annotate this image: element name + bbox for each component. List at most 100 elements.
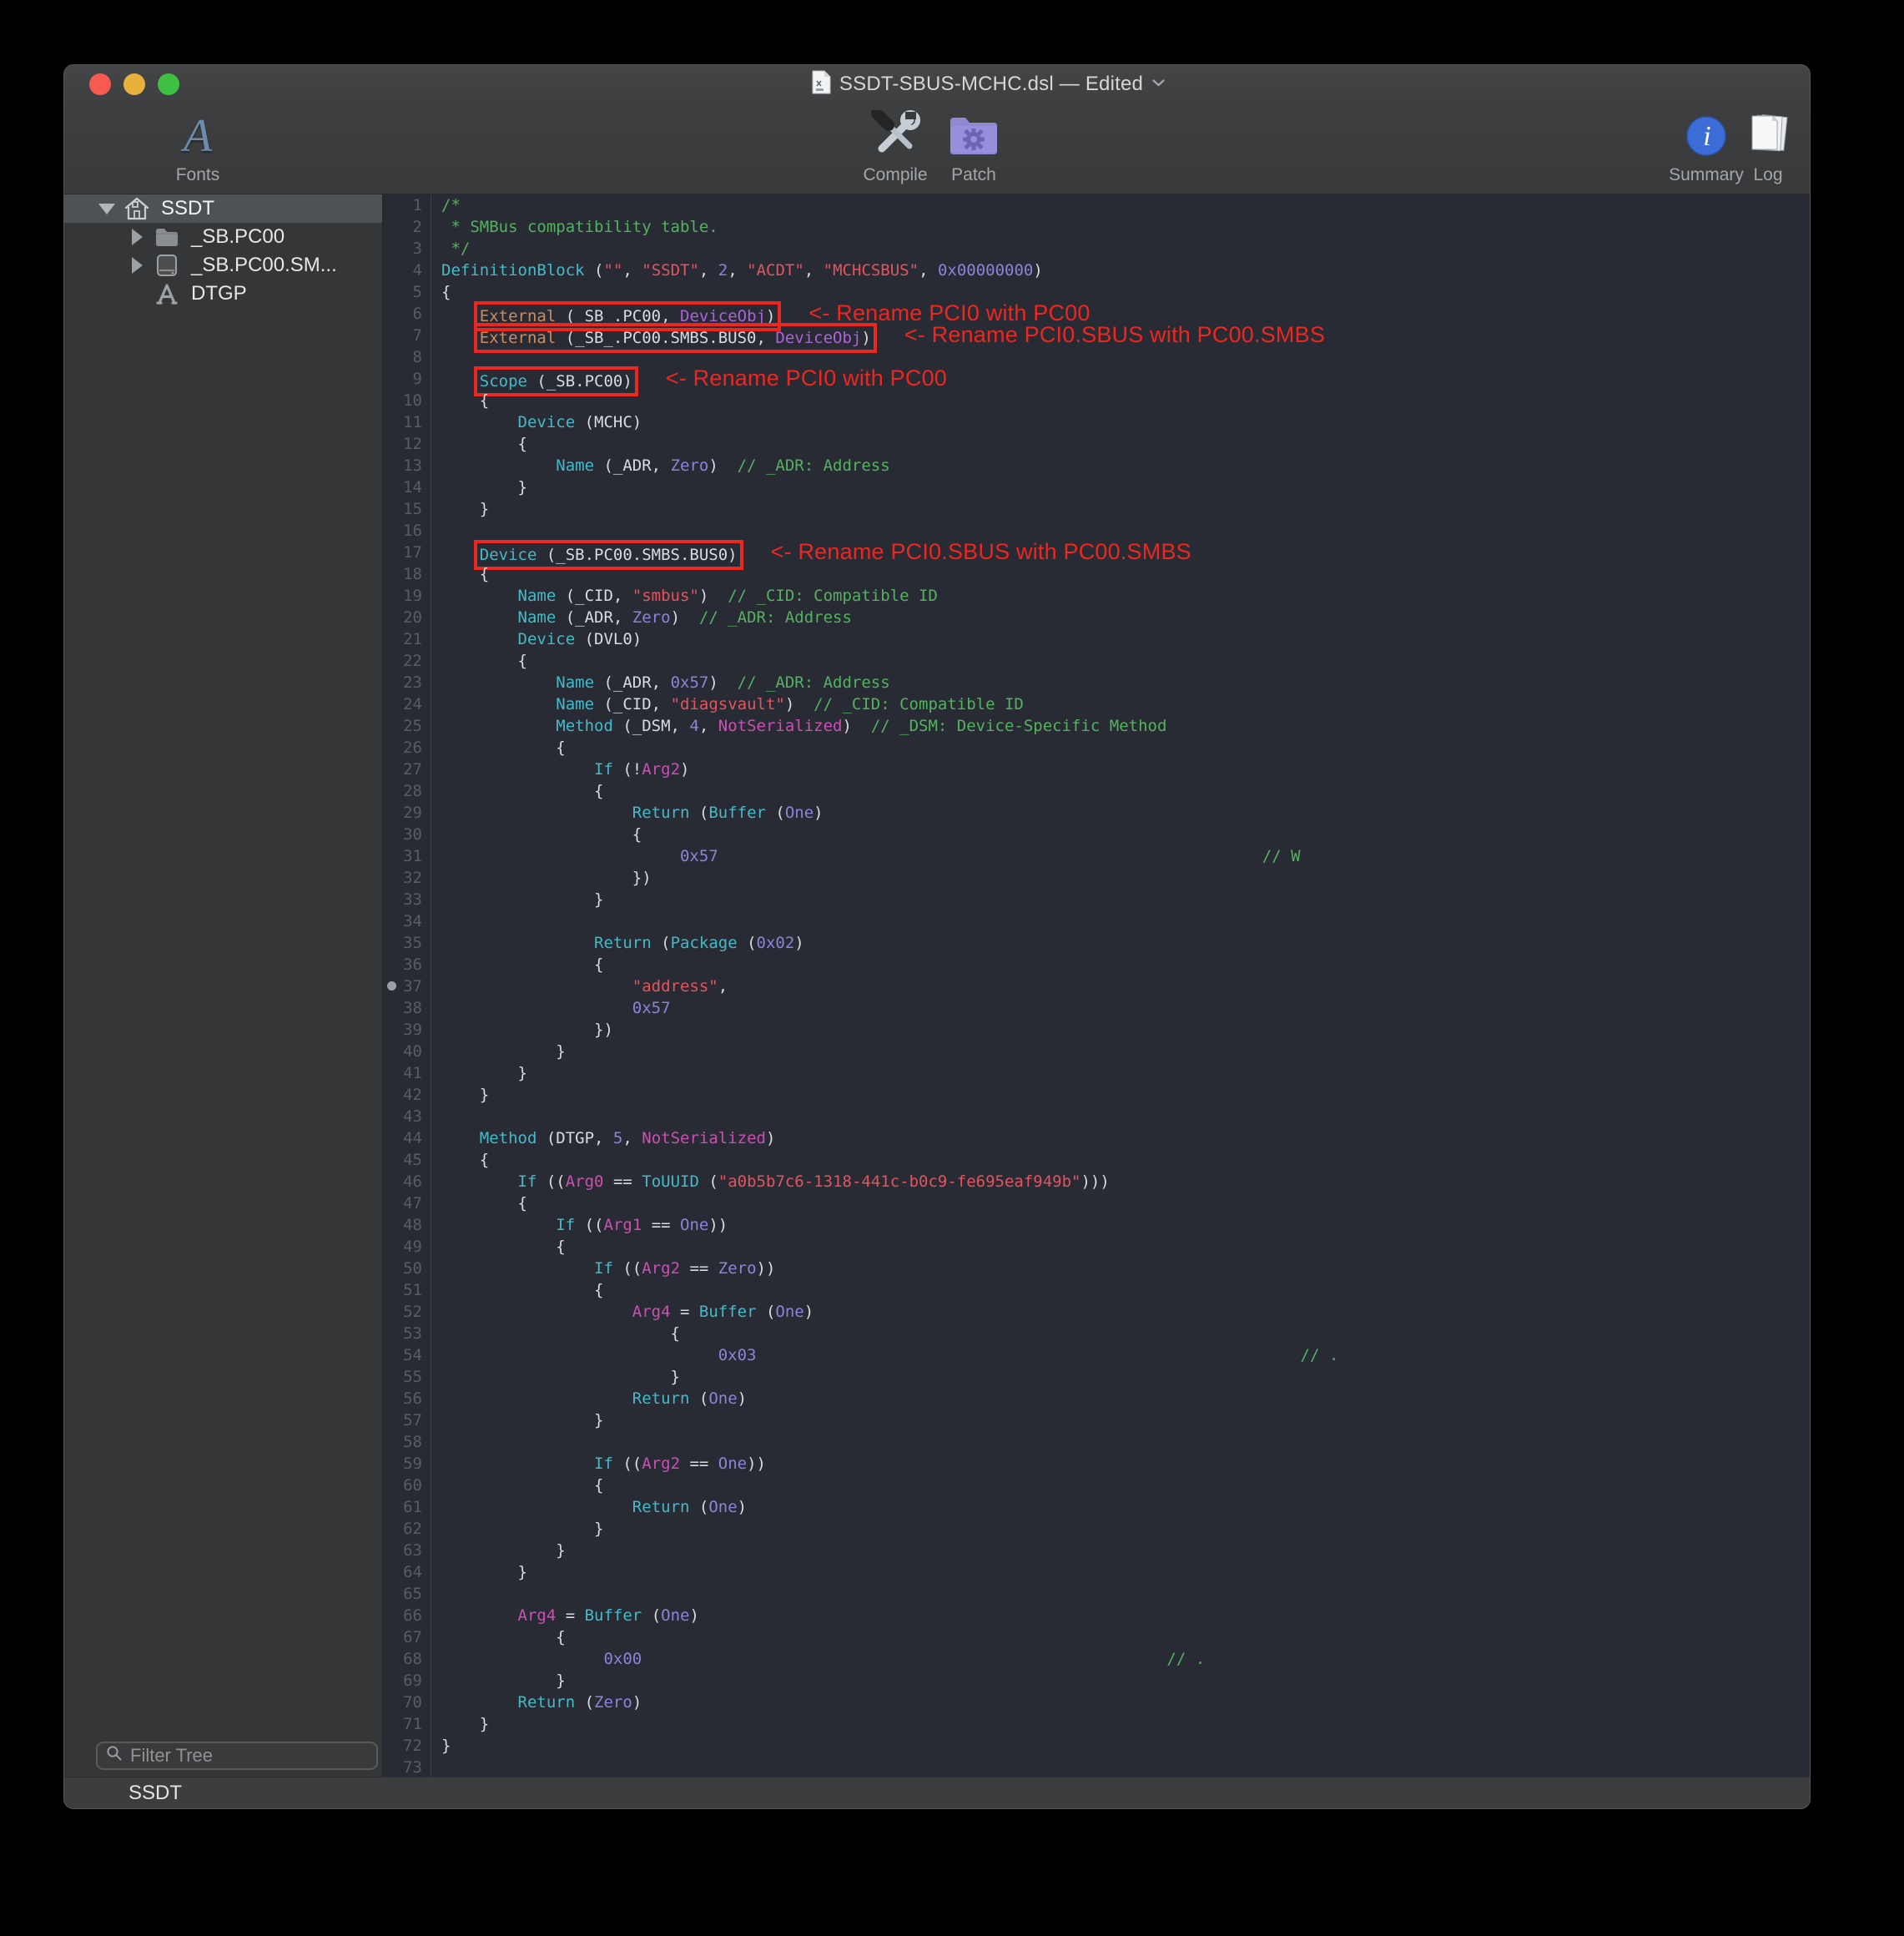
code-line-content: Device (_SB.PC00.SMBS.BUS0)<- Rename PCI… <box>431 542 1191 563</box>
patch-button[interactable]: Patch <box>932 108 1015 185</box>
compile-button[interactable]: Compile <box>854 108 937 185</box>
gutter-marker-dot <box>387 981 396 991</box>
code-line: 59 If ((Arg2 == One)) <box>383 1453 1810 1475</box>
code-line: 34 <box>383 910 1810 932</box>
line-number: 22 <box>383 650 431 672</box>
code-line: 21 Device (DVL0) <box>383 628 1810 650</box>
code-line-content: If (!Arg2) <box>431 759 689 780</box>
line-number: 9 <box>383 368 431 390</box>
line-number: 45 <box>383 1149 431 1171</box>
code-line: 9 Scope (_SB.PC00)<- Rename PCI0 with PC… <box>383 368 1810 390</box>
line-number: 20 <box>383 607 431 628</box>
patch-folder-icon <box>948 108 1000 164</box>
code-line-content: { <box>431 1236 566 1258</box>
code-line-content: Return (Buffer (One) <box>431 802 824 824</box>
sidebar-item-ssdt[interactable]: SSDT <box>64 194 382 223</box>
patch-label: Patch <box>951 165 996 185</box>
code-line-content <box>431 1757 441 1777</box>
code-line: 51 { <box>383 1279 1810 1301</box>
log-pages-icon <box>1744 108 1792 164</box>
line-number: 49 <box>383 1236 431 1258</box>
close-button[interactable] <box>89 73 111 95</box>
fonts-button[interactable]: A Fonts <box>156 108 239 185</box>
code-line: 41 } <box>383 1062 1810 1084</box>
title-chevron-icon[interactable] <box>1151 77 1166 92</box>
line-number: 3 <box>383 238 431 260</box>
code-line-content: } <box>431 889 603 910</box>
line-number: 36 <box>383 954 431 976</box>
code-line-content: } <box>431 1735 451 1757</box>
code-line-content: */ <box>431 238 470 260</box>
maciasl-window: SSDT-SBUS-MCHC.dsl — Edited A Fonts <box>63 64 1811 1809</box>
code-line: 2 * SMBus compatibility table. <box>383 216 1810 238</box>
folder-icon <box>153 227 181 247</box>
screenshot-canvas: SSDT-SBUS-MCHC.dsl — Edited A Fonts <box>0 0 1904 1936</box>
line-number: 41 <box>383 1062 431 1084</box>
code-line: 22 { <box>383 650 1810 672</box>
fonts-label: Fonts <box>176 165 220 185</box>
line-number: 31 <box>383 845 431 867</box>
sidebar-item-dtgp[interactable]: DTGP <box>64 280 382 308</box>
code-line-content: Name (_CID, "diagsvault") // _CID: Compa… <box>431 693 1024 715</box>
line-number: 48 <box>383 1214 431 1236</box>
code-line: 42 } <box>383 1084 1810 1106</box>
line-number: 5 <box>383 281 431 303</box>
code-line-content <box>431 346 441 368</box>
zoom-button[interactable] <box>158 73 179 95</box>
code-line: 60 { <box>383 1475 1810 1496</box>
code-line: 30 { <box>383 824 1810 845</box>
code-line-content: { <box>431 1192 527 1214</box>
minimize-button[interactable] <box>123 73 145 95</box>
line-number: 59 <box>383 1453 431 1475</box>
line-number: 52 <box>383 1301 431 1323</box>
code-line: 20 Name (_ADR, Zero) // _ADR: Address <box>383 607 1810 628</box>
code-line: 8 <box>383 346 1810 368</box>
svg-text:i: i <box>1703 121 1710 152</box>
info-icon: i <box>1685 108 1727 164</box>
code-line-content: { <box>431 1279 603 1301</box>
code-line-content: { <box>431 1149 489 1171</box>
line-number: 70 <box>383 1691 431 1713</box>
line-number: 54 <box>383 1344 431 1366</box>
line-number: 73 <box>383 1757 431 1777</box>
print-button[interactable]: Print <box>1793 108 1811 185</box>
filter-tree-input[interactable]: Filter Tree <box>96 1742 378 1770</box>
line-number: 46 <box>383 1171 431 1192</box>
line-number: 60 <box>383 1475 431 1496</box>
code-line-content <box>431 520 441 542</box>
titlebar: SSDT-SBUS-MCHC.dsl — Edited <box>64 65 1810 103</box>
sidebar-item-sb-pc00-sm[interactable]: _SB.PC00.SM... <box>64 251 382 280</box>
code-line: 54 0x03 // . <box>383 1344 1810 1366</box>
code-line: 44 Method (DTGP, 5, NotSerialized) <box>383 1127 1810 1149</box>
code-line-content: If ((Arg2 == Zero)) <box>431 1258 775 1279</box>
line-number: 53 <box>383 1323 431 1344</box>
code-editor[interactable]: 1/*2 * SMBus compatibility table.3 */4De… <box>383 194 1810 1777</box>
code-line-content: } <box>431 1561 527 1583</box>
line-number: 67 <box>383 1626 431 1648</box>
line-number: 55 <box>383 1366 431 1388</box>
code-line-content: } <box>431 1540 566 1561</box>
line-number: 58 <box>383 1431 431 1453</box>
code-line: 10 { <box>383 390 1810 411</box>
code-line-content: } <box>431 1713 489 1735</box>
disclosure-closed-icon[interactable] <box>128 257 146 274</box>
title-group: SSDT-SBUS-MCHC.dsl — Edited <box>812 70 1166 98</box>
line-number: 7 <box>383 325 431 346</box>
line-number: 72 <box>383 1735 431 1757</box>
code-line-content: { <box>431 824 642 845</box>
disclosure-closed-icon[interactable] <box>128 229 146 245</box>
line-number: 71 <box>383 1713 431 1735</box>
filter-placeholder: Filter Tree <box>130 1745 213 1767</box>
code-line: 4DefinitionBlock ("", "SSDT", 2, "ACDT",… <box>383 260 1810 281</box>
code-line: 25 Method (_DSM, 4, NotSerialized) // _D… <box>383 715 1810 737</box>
sidebar-item-sb-pc00[interactable]: _SB.PC00 <box>64 223 382 251</box>
log-label: Log <box>1753 165 1782 185</box>
code-line-content: { <box>431 390 489 411</box>
code-line-content: If ((Arg1 == One)) <box>431 1214 728 1236</box>
disclosure-open-icon[interactable] <box>98 204 116 214</box>
line-number: 68 <box>383 1648 431 1670</box>
code-line-content: Arg4 = Buffer (One) <box>431 1301 813 1323</box>
code-line: 48 If ((Arg1 == One)) <box>383 1214 1810 1236</box>
toolbar: A Fonts Compile <box>64 103 1810 194</box>
ssdt-tree: SSDT_SB.PC00_SB.PC00.SM...DTGP <box>64 194 382 308</box>
